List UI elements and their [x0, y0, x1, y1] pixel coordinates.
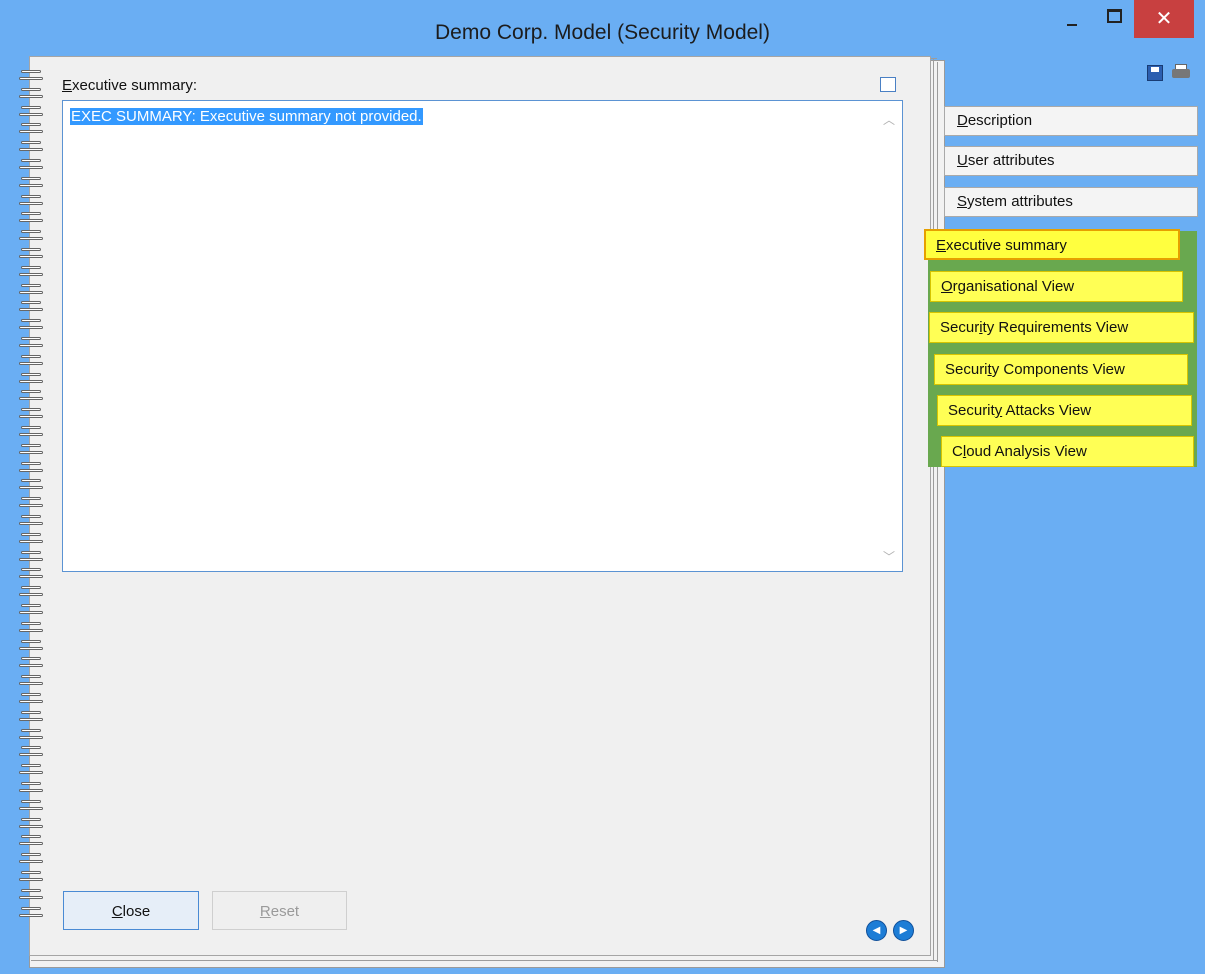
tab-cloud-analysis-view[interactable]: Cloud Analysis View — [941, 436, 1194, 467]
binding-coil — [19, 550, 43, 564]
print-icon[interactable] — [1170, 64, 1192, 82]
binding-coil — [19, 639, 43, 653]
maximize-button[interactable] — [1098, 0, 1134, 40]
tab-executive-summary[interactable]: Executive summary — [924, 229, 1180, 260]
save-icon[interactable] — [1147, 65, 1163, 81]
binding-coil — [19, 159, 43, 172]
binding-coil — [19, 693, 43, 706]
binding-coil — [19, 782, 43, 795]
binding-coil — [19, 408, 43, 421]
expand-button[interactable] — [880, 77, 896, 92]
tab-description[interactable]: Description — [944, 106, 1198, 136]
binding-coil — [19, 372, 43, 386]
summary-text-area[interactable]: EXEC SUMMARY: Executive summary not prov… — [62, 100, 903, 572]
page-edge — [31, 960, 937, 961]
binding-coil — [19, 283, 43, 297]
binding-coil — [19, 87, 43, 101]
binding-coil — [19, 764, 43, 777]
spiral-binding — [19, 70, 43, 930]
binding-coil — [19, 586, 43, 599]
page-edge — [937, 62, 938, 962]
binding-coil — [19, 817, 43, 831]
binding-coil — [19, 390, 43, 403]
binding-coil — [19, 835, 43, 848]
binding-coil — [19, 105, 43, 119]
summary-label: Executive summary: — [62, 77, 198, 94]
reset-button[interactable]: Reset — [212, 891, 347, 930]
binding-coil — [19, 354, 43, 368]
binding-coil — [19, 461, 43, 475]
previous-page-icon[interactable]: ◀ — [866, 920, 887, 941]
binding-coil — [19, 230, 43, 243]
binding-coil — [19, 515, 43, 528]
binding-coil — [19, 123, 43, 136]
minimize-button[interactable] — [1048, 0, 1098, 40]
binding-coil — [19, 301, 43, 314]
tab-group-background — [928, 231, 1197, 467]
title-bar[interactable]: Demo Corp. Model (Security Model) ✕ — [0, 0, 1205, 52]
binding-coil — [19, 888, 43, 902]
binding-coil — [19, 568, 43, 581]
binding-coil — [19, 176, 43, 190]
scroll-down-arrow[interactable]: ﹀ — [883, 548, 895, 565]
binding-coil — [19, 426, 43, 439]
binding-coil — [19, 621, 43, 635]
binding-coil — [19, 532, 43, 546]
binding-coil — [19, 443, 43, 457]
page-edge — [933, 58, 934, 960]
binding-coil — [19, 604, 43, 617]
binding-coil — [19, 212, 43, 225]
tab-security-components-view[interactable]: Security Components View — [934, 354, 1188, 385]
binding-coil — [19, 746, 43, 759]
binding-coil — [19, 710, 43, 724]
binding-coil — [19, 657, 43, 670]
binding-coil — [19, 853, 43, 866]
binding-coil — [19, 70, 43, 83]
close-button[interactable]: Close — [63, 891, 199, 930]
binding-coil — [19, 497, 43, 510]
binding-coil — [19, 265, 43, 279]
next-page-icon[interactable]: ▶ — [893, 920, 914, 941]
scroll-up-arrow[interactable]: ︿ — [883, 111, 895, 128]
tab-system-attributes[interactable]: System attributes — [944, 187, 1198, 217]
summary-text[interactable]: EXEC SUMMARY: Executive summary not prov… — [70, 108, 423, 125]
binding-coil — [19, 319, 43, 332]
binding-coil — [19, 871, 43, 884]
tab-security-requirements-view[interactable]: Security Requirements View — [929, 312, 1194, 343]
binding-coil — [19, 248, 43, 261]
tab-security-attacks-view[interactable]: Security Attacks View — [937, 395, 1192, 426]
binding-coil — [19, 675, 43, 688]
binding-coil — [19, 799, 43, 813]
binding-coil — [19, 906, 43, 920]
binding-coil — [19, 728, 43, 742]
binding-coil — [19, 479, 43, 492]
binding-coil — [19, 194, 43, 208]
close-window-button[interactable]: ✕ — [1134, 0, 1194, 38]
binding-coil — [19, 337, 43, 350]
tab-organisational-view[interactable]: Organisational View — [930, 271, 1183, 302]
tab-user-attributes[interactable]: User attributes — [944, 146, 1198, 176]
binding-coil — [19, 141, 43, 154]
